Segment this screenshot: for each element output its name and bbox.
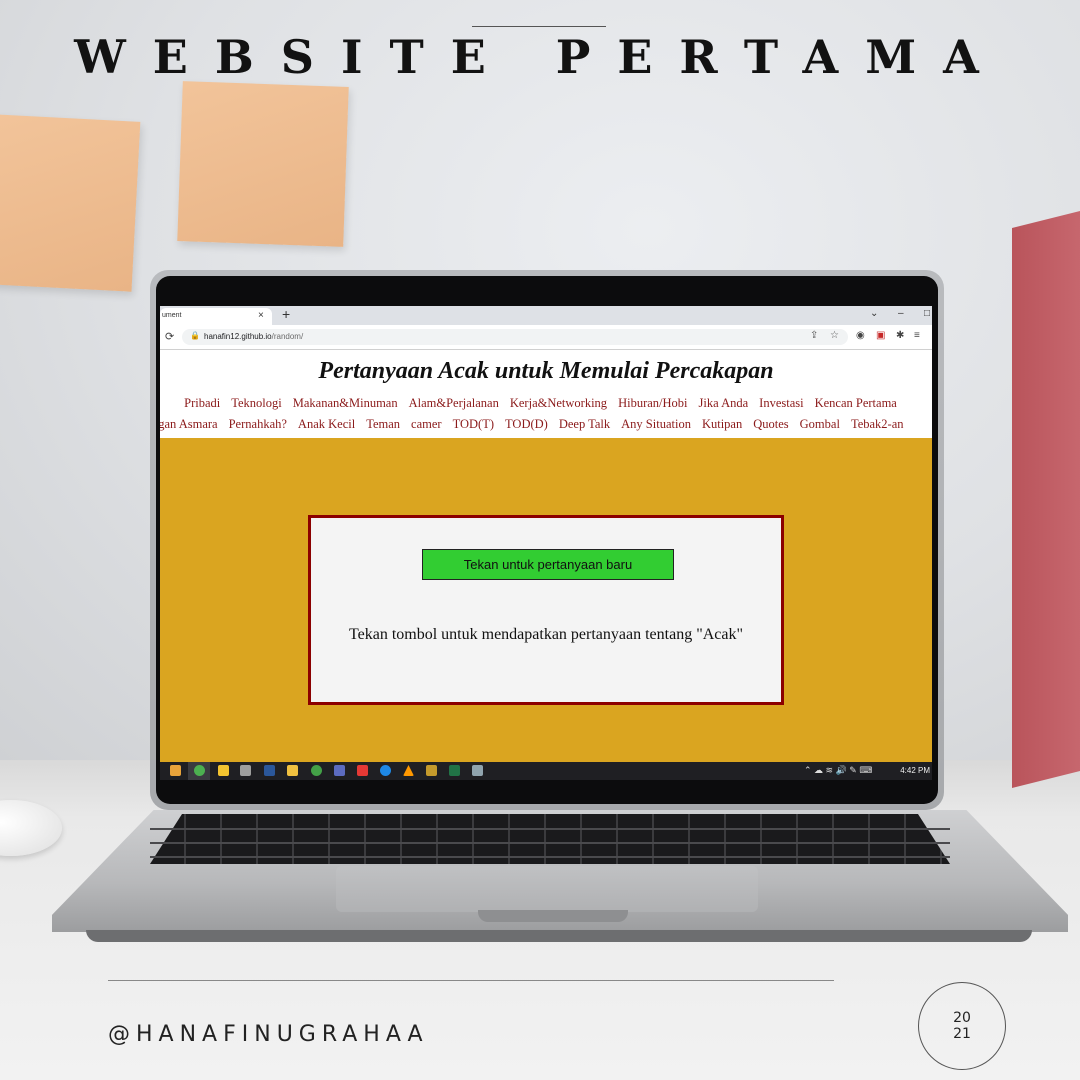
vlc-icon[interactable] [403,765,414,776]
web-page: Pertanyaan Acak untuk Memulai Percakapan… [160,350,932,762]
windows-taskbar: ⌃ ☁ ≋ 🔊 ✎ ⌨ 4:42 PM [160,762,932,780]
nav-link-any-situation[interactable]: Any Situation [621,417,691,431]
question-text: Tekan tombol untuk mendapatkan pertanyaa… [348,626,744,643]
new-question-button[interactable]: Tekan untuk pertanyaan baru [422,549,674,580]
sublime-icon[interactable] [426,765,437,776]
title-divider [472,26,606,27]
nav-link-investasi[interactable]: Investasi [759,396,803,410]
nav-link-kutipan[interactable]: Kutipan [702,417,742,431]
notepad-icon[interactable] [472,765,483,776]
nav-link-teman[interactable]: Teman [366,417,400,431]
clapper-icon[interactable] [240,765,251,776]
nav-link-tod-d[interactable]: TOD(D) [505,417,548,431]
word-icon[interactable] [264,765,275,776]
nav-link-makanan-minuman[interactable]: Makanan&Minuman [293,396,398,410]
laptop-bottom-edge [86,930,1032,942]
trackpad [336,866,758,912]
edge-icon[interactable] [380,765,391,776]
red-app-icon[interactable] [357,765,368,776]
browser-tab[interactable]: ument × [160,308,272,325]
keyboard-row-divider [150,856,950,858]
extension-icon[interactable]: ◉ [856,330,865,341]
tab-search-icon[interactable]: ⌄ [870,308,878,319]
nav-link-pribadi[interactable]: Pribadi [184,396,220,410]
nav-link-hiburan-hobi[interactable]: Hiburan/Hobi [618,396,687,410]
year-badge: 20 21 [918,982,1006,1070]
taskbar-clock: 4:42 PM [900,766,930,775]
lock-icon: 🔒 [190,331,200,340]
nav-link-asmara[interactable]: ngan Asmara [160,417,218,431]
nav-link-tod-t[interactable]: TOD(T) [453,417,494,431]
keyboard-row-divider [150,828,950,830]
sticky-notes-icon[interactable] [218,765,229,776]
sticky-note-right [177,81,349,247]
page-header: Pertanyaan Acak untuk Memulai Percakapan… [160,350,932,438]
url-text: hanafin12.github.io/random/ [204,332,304,341]
extension-red-icon[interactable]: ▣ [876,330,885,341]
category-nav-row-1: Pribadi Teknologi Makanan&Minuman Alam&Perj… [160,396,932,411]
line-chat-icon[interactable] [311,765,322,776]
nav-link-pernahkah[interactable]: Pernahkah? [229,417,287,431]
close-tab-icon[interactable]: × [258,310,264,321]
puzzle-extensions-icon[interactable]: ✱ [896,330,904,341]
question-card: Tekan untuk pertanyaan baru Tekan tombol… [308,515,784,705]
year-bottom: 21 [953,1026,971,1042]
url-field[interactable]: 🔒 hanafin12.github.io/random/ ⇪ ☆ [182,329,848,345]
nav-link-gombal[interactable]: Gombal [800,417,840,431]
maximize-button[interactable]: □ [924,308,930,319]
poster-title: WEBSITE PERTAMA [74,30,1006,84]
nav-link-teknologi[interactable]: Teknologi [231,396,282,410]
new-tab-button[interactable]: + [282,306,290,322]
social-handle: @HANAFINUGRAHAA [108,1022,429,1047]
excel-icon[interactable] [449,765,460,776]
red-box-decoration [1012,208,1080,788]
nav-link-deep-talk[interactable]: Deep Talk [559,417,610,431]
keyboard-row-divider [150,842,950,844]
system-tray-icons[interactable]: ⌃ ☁ ≋ 🔊 ✎ ⌨ [804,765,872,776]
nav-link-quotes[interactable]: Quotes [753,417,788,431]
address-bar: ⟳ 🔒 hanafin12.github.io/random/ ⇪ ☆ ◉ ▣ … [160,325,932,350]
chrome-icon[interactable] [194,765,205,776]
media-player-icon[interactable] [170,765,181,776]
nav-link-camer[interactable]: camer [411,417,442,431]
nav-link-kerja-networking[interactable]: Kerja&Networking [510,396,607,410]
sticky-note-left [0,114,141,292]
year-top: 20 [953,1010,971,1026]
nav-link-jika-anda[interactable]: Jika Anda [699,396,749,410]
bottom-divider [108,980,834,981]
nav-link-alam-perjalanan[interactable]: Alam&Perjalanan [409,396,499,410]
file-explorer-icon[interactable] [287,765,298,776]
bookmark-star-icon[interactable]: ☆ [830,330,839,341]
keyboard-app-icon[interactable] [334,765,345,776]
nav-link-kencan-pertama[interactable]: Kencan Pertama [815,396,897,410]
minimize-button[interactable]: – [898,308,904,319]
reading-list-icon[interactable]: ≡ [914,330,920,341]
reload-icon[interactable]: ⟳ [165,330,174,343]
category-nav-row-2: ngan Asmara Pernahkah? Anak Kecil Teman came… [160,417,924,432]
share-icon[interactable]: ⇪ [810,330,818,341]
laptop-notch [478,910,628,922]
browser-tab-strip: ument × + ⌄ – □ [160,306,932,325]
page-title: Pertanyaan Acak untuk Memulai Percakapan [318,358,774,384]
nav-link-tebak2an[interactable]: Tebak2-an [851,417,904,431]
tab-title: ument [162,312,182,319]
laptop-screen: ument × + ⌄ – □ ⟳ 🔒 hanafin12.github.io/… [160,306,932,780]
nav-link-anak-kecil[interactable]: Anak Kecil [298,417,355,431]
